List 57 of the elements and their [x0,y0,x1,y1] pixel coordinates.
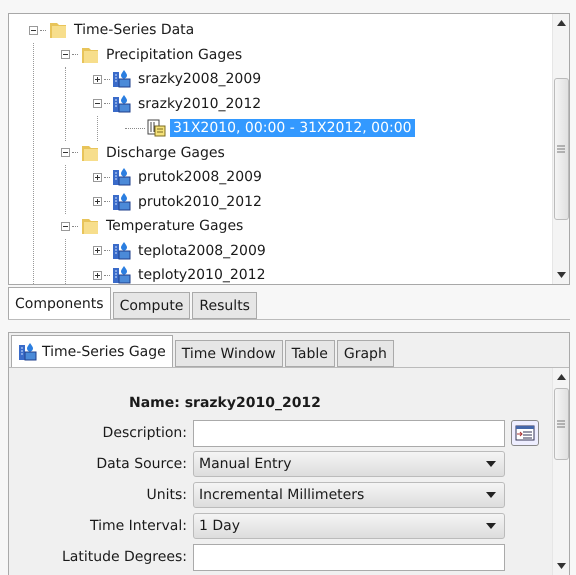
gage-icon [112,240,132,261]
caret-icon[interactable] [486,492,496,498]
text-field[interactable] [193,544,505,570]
gage-icon [112,167,132,188]
scroll-up-arrow[interactable] [556,20,566,26]
field-label: Data Source: [95,456,187,472]
record-icon [147,118,167,138]
gage-icon [18,342,38,362]
tree-item[interactable]: prutok2010_2012 [135,192,265,211]
field-label: Time Interval: [88,518,187,534]
folder-icon [80,216,100,236]
tree-item[interactable]: srazky2010_2012 [135,94,264,113]
tab-label[interactable]: Time Window [182,346,276,362]
field-label: Latitude Degrees: [60,549,187,565]
grip-icon [557,145,565,153]
text-field[interactable] [193,420,505,446]
tree-item[interactable]: Precipitation Gages [103,46,246,64]
caret-icon[interactable] [486,461,496,467]
tree-item[interactable]: Discharge Gages [103,144,228,162]
scroll-down-arrow[interactable] [556,563,566,569]
scroll-down-arrow[interactable] [556,272,566,278]
scrollbar[interactable] [552,368,569,575]
scroll-up-arrow[interactable] [556,374,566,380]
tab[interactable]: Components [8,287,111,319]
grip-icon [557,420,565,428]
tree-item[interactable]: teplota2008_2009 [135,242,269,260]
folder-icon [48,20,68,40]
gage-icon [112,69,132,90]
dropdown[interactable]: Manual Entry [193,451,505,477]
tab-label[interactable]: Time-Series Gage [42,344,166,360]
caret-icon[interactable] [486,523,496,529]
tab-label[interactable]: Table [292,346,328,362]
gage-icon [112,265,132,284]
scroll-thumb[interactable] [554,388,568,460]
gage-icon [112,94,132,114]
scroll-thumb[interactable] [554,78,568,220]
dropdown[interactable]: Incremental Millimeters [193,482,505,508]
tree-item[interactable]: Time-Series Data [71,21,198,40]
tree-item[interactable]: Temperature Gages [103,217,246,236]
editor-icon [515,425,535,441]
editor-button[interactable] [511,420,539,446]
field-label: Description: [102,425,187,441]
tab[interactable]: Time Window [174,340,283,367]
tab[interactable]: Table [284,340,335,367]
scrollbar[interactable] [552,14,569,284]
gage-name: Name: srazky2010_2012 [128,394,322,413]
tree-item[interactable]: srazky2008_2009 [135,70,264,88]
tree-item[interactable]: teploty2010_2012 [135,266,268,284]
gage-icon [112,192,132,212]
tab[interactable]: Graph [336,340,394,367]
tree-item[interactable]: prutok2008_2009 [135,168,265,186]
dropdown[interactable]: 1 Day [193,513,505,539]
tab[interactable]: Time-Series Gage [11,335,173,367]
field-label: Units: [145,487,187,503]
tab-label[interactable]: Graph [344,346,387,362]
tab[interactable]: Compute [112,292,190,319]
tab[interactable]: Results [192,292,257,319]
